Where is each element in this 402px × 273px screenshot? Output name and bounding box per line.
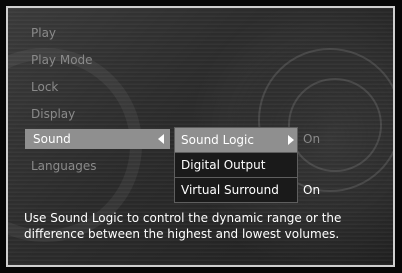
menu-item-display[interactable]: Display	[31, 104, 75, 124]
submenu-item-label: Virtual Surround	[181, 183, 279, 197]
menu-item-sound[interactable]: Sound	[25, 129, 170, 149]
virtual-surround-value: On	[303, 183, 321, 197]
menu-item-label: Languages	[31, 159, 97, 173]
menu-item-label: Sound	[33, 132, 71, 146]
arrow-left-icon	[158, 134, 164, 144]
menu-item-languages[interactable]: Languages	[31, 156, 96, 176]
submenu-item-label: Sound Logic	[181, 133, 254, 147]
menu-item-play[interactable]: Play	[31, 23, 56, 43]
arrow-right-icon	[288, 135, 294, 145]
menu-item-label: Play Mode	[31, 53, 93, 67]
menu-item-label: Lock	[31, 80, 59, 94]
menu-item-play-mode[interactable]: Play Mode	[31, 50, 93, 70]
submenu-item-digital-output[interactable]: Digital Output	[175, 153, 297, 178]
menu-item-label: Play	[31, 26, 57, 40]
help-description: Use Sound Logic to control the dynamic r…	[24, 211, 342, 241]
menu-item-lock[interactable]: Lock	[31, 77, 58, 97]
sound-submenu: Sound Logic Digital Output Virtual Surro…	[174, 127, 298, 203]
decorative-ring	[288, 78, 382, 172]
screen: Play Play Mode Lock Display Sound Langua…	[0, 0, 402, 273]
submenu-item-sound-logic[interactable]: Sound Logic	[175, 128, 297, 153]
submenu-item-virtual-surround[interactable]: Virtual Surround	[175, 178, 297, 202]
submenu-item-label: Digital Output	[181, 158, 266, 172]
menu-item-label: Display	[31, 107, 76, 121]
sound-logic-value: On	[303, 132, 321, 146]
